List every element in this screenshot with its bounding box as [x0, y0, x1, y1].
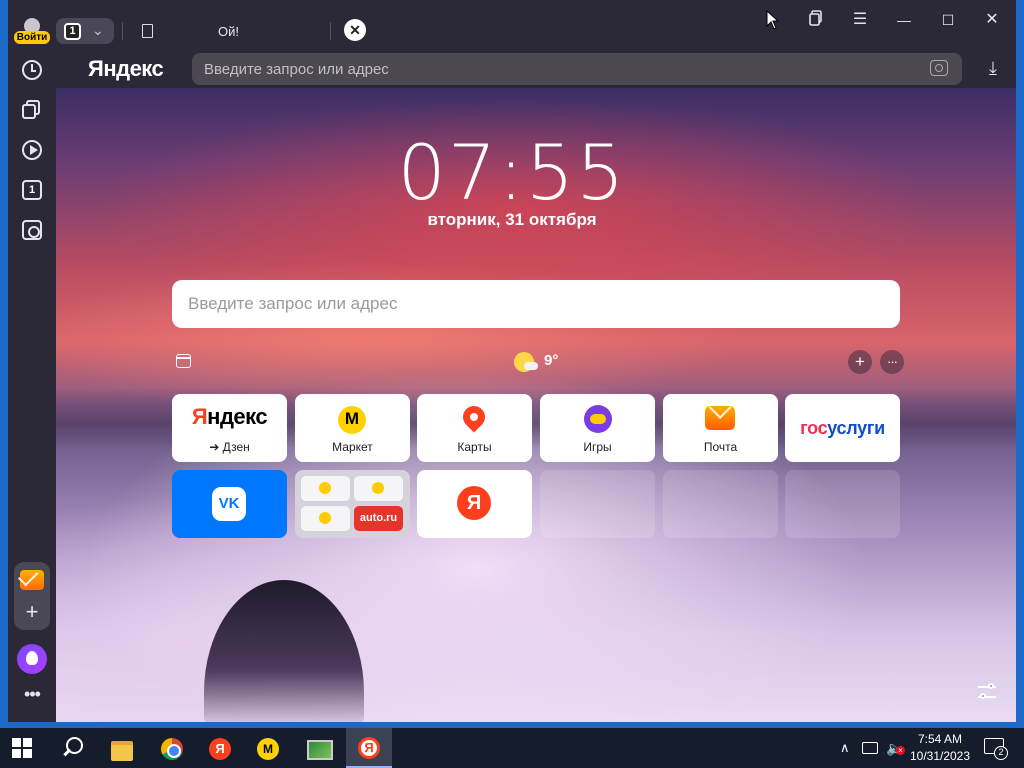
tile-vk[interactable]: VK [172, 470, 287, 538]
collections-button[interactable] [804, 10, 828, 30]
history-icon[interactable] [22, 60, 42, 80]
tiles-toolbar: 9° + ··· [172, 350, 904, 374]
more-options-button[interactable]: ··· [880, 350, 904, 374]
sidebar-apps-panel: + [14, 562, 50, 630]
mini-tile [301, 476, 350, 501]
gosuslugi-logo: госуслуги [800, 418, 885, 438]
taskbar-clock[interactable]: 7:54 AM 10/31/2023 [908, 731, 972, 765]
yandex-icon: Я [457, 486, 491, 520]
page-icon [142, 24, 153, 38]
address-bar[interactable] [192, 53, 962, 85]
tab-title: Ой! [218, 24, 239, 39]
yandex-logo[interactable]: Яндекс [88, 56, 164, 82]
tile-label: Маркет [332, 440, 373, 454]
system-monitor-icon[interactable] [298, 732, 338, 768]
tile-yandex-search[interactable]: Я [417, 470, 532, 538]
close-window-button[interactable]: ✕ [980, 10, 1004, 30]
kinopoisk-icon [319, 482, 331, 494]
tile-folder[interactable]: auto.ru [295, 470, 410, 538]
chevron-down-icon: ⌄ [92, 22, 104, 38]
tile-label: Карты [457, 440, 492, 454]
search-input[interactable] [188, 280, 878, 328]
alice-assistant-icon[interactable] [17, 644, 47, 674]
mail-icon [705, 406, 735, 430]
more-icon[interactable]: ••• [18, 684, 46, 704]
windows-taskbar: ∧ 🔈 × 7:54 AM 10/31/2023 2 [0, 728, 1024, 768]
tab-divider [330, 22, 331, 40]
title-bar: Войти 1 ⌄ Ой! ✕ ☰ — ☐ ✕ [8, 0, 1016, 44]
maximize-button[interactable]: ☐ [936, 10, 960, 30]
login-label: Войти [14, 31, 50, 44]
muted-x-icon: × [896, 746, 905, 755]
settings-sliders-icon[interactable] [976, 682, 998, 702]
vk-icon: VK [212, 487, 246, 521]
clock-time: 07:55 [397, 128, 627, 217]
tile-label: ➔ Дзен [209, 440, 250, 454]
weather-temperature: 9° [544, 352, 559, 369]
minimize-button[interactable]: — [892, 10, 916, 30]
camera-search-icon[interactable] [930, 60, 948, 76]
tile-label: Игры [583, 440, 612, 454]
tile-games[interactable]: Игры [540, 394, 655, 462]
tray-chevron-up-icon[interactable]: ∧ [840, 740, 850, 756]
tile-label: Почта [703, 440, 738, 454]
tab-counter-button[interactable]: 1 ⌄ [56, 18, 114, 44]
tile-yandex-dzen[interactable]: Яндекс ➔ Дзен [172, 394, 287, 462]
market-icon [338, 406, 366, 434]
yandex-app-icon[interactable] [200, 732, 240, 768]
taskbar-date: 10/31/2023 [909, 749, 971, 763]
menu-button[interactable]: ☰ [848, 10, 872, 30]
clock-date: вторник, 31 октября [427, 210, 597, 229]
login-button[interactable]: Войти [14, 14, 50, 44]
browser-window: Войти 1 ⌄ Ой! ✕ ☰ — ☐ ✕ Яндекс ⤓ [8, 0, 1016, 722]
tile-mail[interactable]: Почта [663, 394, 778, 462]
mail-icon[interactable] [20, 570, 44, 590]
close-tab-button[interactable]: ✕ [344, 19, 366, 41]
empty-tile[interactable] [785, 470, 900, 538]
tab-active[interactable]: Ой! [128, 18, 328, 44]
download-icon[interactable]: ⤓ [982, 58, 1004, 82]
tile-market[interactable]: Маркет [295, 394, 410, 462]
yandex-tile-logo: Яндекс [191, 404, 268, 429]
windows-start-icon[interactable] [12, 738, 32, 758]
weather-sun-cloud-icon [514, 352, 538, 372]
games-icon [584, 405, 612, 433]
collections-icon [809, 10, 822, 26]
video-icon [372, 482, 384, 494]
yandex-browser-icon[interactable] [346, 728, 392, 768]
map-pin-icon [458, 401, 490, 433]
tile-maps[interactable]: Карты [417, 394, 532, 462]
notification-count: 2 [994, 746, 1008, 760]
tile-gosuslugi[interactable]: госуслуги [785, 394, 900, 462]
volume-muted-icon[interactable]: 🔈 × [886, 740, 905, 757]
chrome-icon[interactable] [152, 732, 192, 768]
empty-tile[interactable] [540, 470, 655, 538]
tabs-icon[interactable] [22, 100, 42, 120]
tab-count: 1 [64, 23, 81, 40]
taskbar-time: 7:54 AM [917, 732, 963, 746]
empty-tile[interactable] [663, 470, 778, 538]
music-icon [319, 512, 331, 524]
add-app-button[interactable]: + [14, 600, 50, 624]
mountain-peak [204, 580, 364, 722]
market-app-icon[interactable] [248, 732, 288, 768]
add-tile-button[interactable]: + [848, 350, 872, 374]
search-icon[interactable] [60, 737, 83, 759]
network-icon[interactable] [862, 742, 878, 754]
address-input[interactable] [204, 53, 904, 85]
mouse-cursor-icon [766, 10, 780, 30]
main-search-box[interactable] [172, 280, 900, 328]
file-explorer-icon[interactable] [102, 732, 142, 768]
mini-tile [301, 506, 350, 531]
mini-tile [354, 476, 403, 501]
tab-divider [122, 22, 123, 40]
window-panel-icon[interactable] [176, 354, 191, 368]
autoru-mini-tile: auto.ru [354, 506, 403, 531]
